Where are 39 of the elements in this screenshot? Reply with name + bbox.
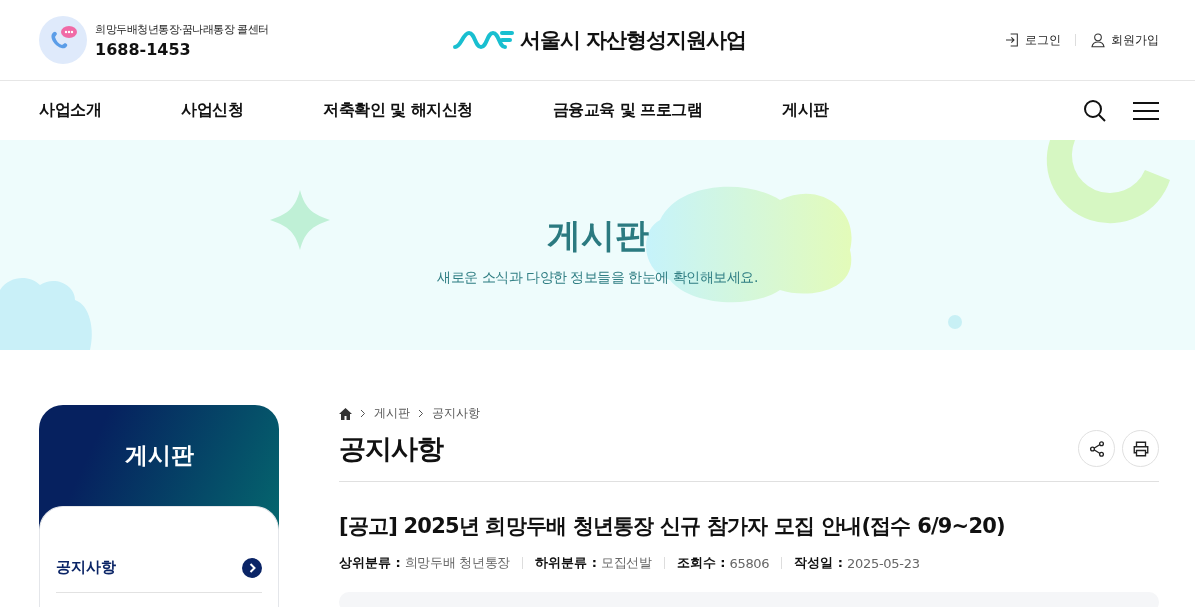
meta-label: 작성일 : (794, 554, 844, 572)
print-button[interactable] (1122, 430, 1159, 467)
chevron-icon (360, 409, 366, 418)
meta-value: 모집선발 (600, 554, 652, 572)
banner-title: 게시판 (546, 214, 649, 257)
callcenter-label: 희망두배청년통장·꿈나래통장 콜센터 (95, 21, 269, 37)
post-title: [공고] 2025년 희망두배 청년통장 신규 참가자 모집 안내(접수 6/9~20) (339, 513, 1006, 540)
share-icon (1087, 439, 1106, 458)
login-link[interactable]: 로그인 (1004, 31, 1061, 49)
nav-item[interactable]: 금융교육 및 프로그램 (552, 100, 703, 121)
breadcrumb-link[interactable]: 공지사항 (432, 405, 480, 422)
nav-item[interactable]: 게시판 (782, 100, 829, 121)
phone-number: 1688-1453 (95, 39, 192, 59)
site-title: 서울시 자산형성지원사업 (519, 27, 747, 54)
meta-value: 희망두배 청년통장 (404, 554, 511, 572)
meta-value: 2025-05-23 (847, 555, 920, 571)
login-icon (1004, 32, 1020, 48)
share-button[interactable] (1078, 430, 1115, 467)
user-icon (1090, 32, 1106, 48)
sidebar-title: 게시판 (123, 441, 195, 470)
nav-item[interactable]: 사업신청 (181, 100, 243, 121)
chevron-icon (418, 409, 424, 418)
print-icon (1131, 439, 1150, 458)
phone-chat-icon (39, 16, 87, 64)
meta-label: 상위분류 : (339, 554, 401, 572)
banner-subtitle: 새로운 소식과 다양한 정보들을 한눈에 확인해보세요. (437, 269, 758, 287)
chevron-icon (242, 557, 262, 578)
nav-item[interactable]: 저축확인 및 해지신청 (323, 100, 473, 121)
nav-item[interactable]: 사업소개 (39, 100, 101, 121)
logo-icon (451, 29, 514, 51)
meta-value: 65806 (729, 555, 770, 571)
menu-icon[interactable] (1133, 100, 1159, 121)
meta-label: 조회수 : (676, 554, 726, 572)
signup-link[interactable]: 회원가입 (1090, 31, 1159, 49)
page-title: 공지사항 (339, 431, 443, 466)
breadcrumb-link[interactable]: 게시판 (374, 405, 410, 422)
search-icon[interactable] (1083, 98, 1107, 123)
home-icon[interactable] (339, 407, 352, 420)
meta-label: 하위분류 : (535, 554, 597, 572)
